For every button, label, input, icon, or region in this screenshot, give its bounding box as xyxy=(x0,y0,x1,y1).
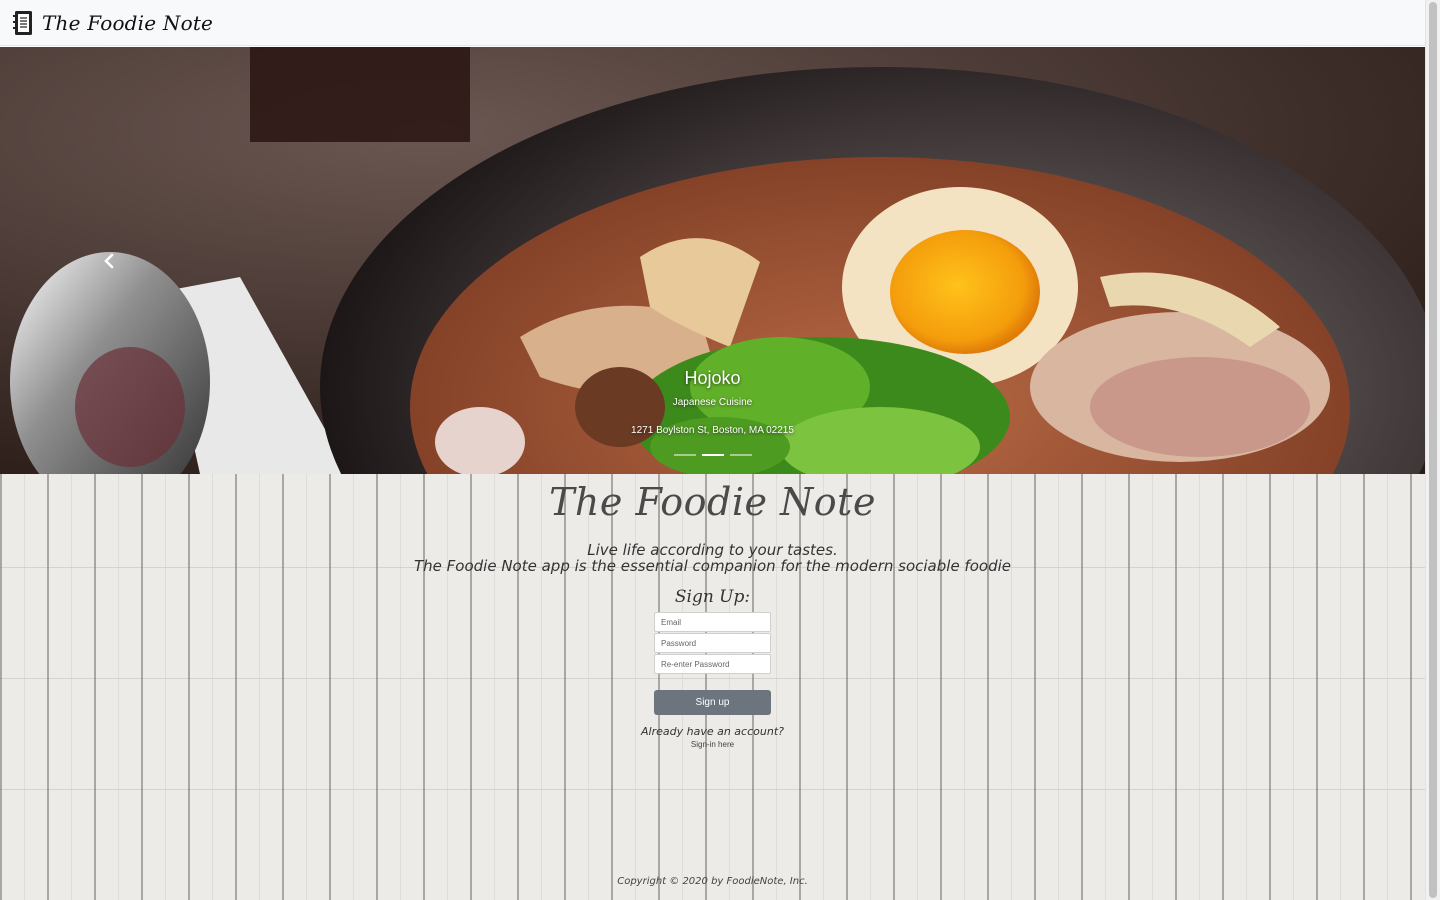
already-have-account-text: Already have an account? xyxy=(641,725,784,738)
restaurant-cuisine: Japanese Cuisine xyxy=(672,397,753,408)
carousel-indicators xyxy=(0,454,1425,456)
signin-link[interactable]: Sign-in here xyxy=(0,740,1425,749)
tagline-line-1: Live life according to your tastes. xyxy=(587,541,838,559)
signup-section: The Foodie Note Live life according to y… xyxy=(0,474,1425,900)
chevron-left-icon xyxy=(104,253,114,269)
brand-name: The Foodie Note xyxy=(42,10,214,35)
carousel-caption: Hojoko Japanese Cuisine 1271 Boylston St… xyxy=(0,365,1425,436)
copyright-footer: Copyright © 2020 by FoodieNote, Inc. xyxy=(617,876,808,887)
reenter-password-input[interactable] xyxy=(654,654,771,674)
password-input[interactable] xyxy=(654,633,771,653)
restaurant-name: Hojoko xyxy=(684,368,741,388)
carousel-prev-button[interactable] xyxy=(98,247,120,275)
signup-heading: Sign Up: xyxy=(674,587,751,607)
tagline-line-2: The Foodie Note app is the essential com… xyxy=(414,557,1011,575)
brand-link[interactable]: The Foodie Note xyxy=(12,10,213,36)
navbar: The Foodie Note xyxy=(0,0,1425,46)
carousel-indicator[interactable] xyxy=(729,454,752,456)
signup-button[interactable]: Sign up xyxy=(654,690,771,715)
carousel-indicator-active[interactable] xyxy=(701,454,724,456)
notebook-icon xyxy=(13,10,32,35)
tagline: Live life according to your tastes. The … xyxy=(0,542,1425,574)
scrollbar-thumb[interactable] xyxy=(1429,2,1437,898)
vertical-scrollbar[interactable] xyxy=(1425,0,1440,900)
email-input[interactable] xyxy=(654,612,771,632)
page-title: The Foodie Note xyxy=(549,480,876,524)
restaurant-carousel: Hojoko Japanese Cuisine 1271 Boylston St… xyxy=(0,47,1425,474)
signup-form: Sign up xyxy=(654,612,771,715)
restaurant-address: 1271 Boylston St, Boston, MA 02215 xyxy=(631,425,794,436)
carousel-indicator[interactable] xyxy=(673,454,696,456)
